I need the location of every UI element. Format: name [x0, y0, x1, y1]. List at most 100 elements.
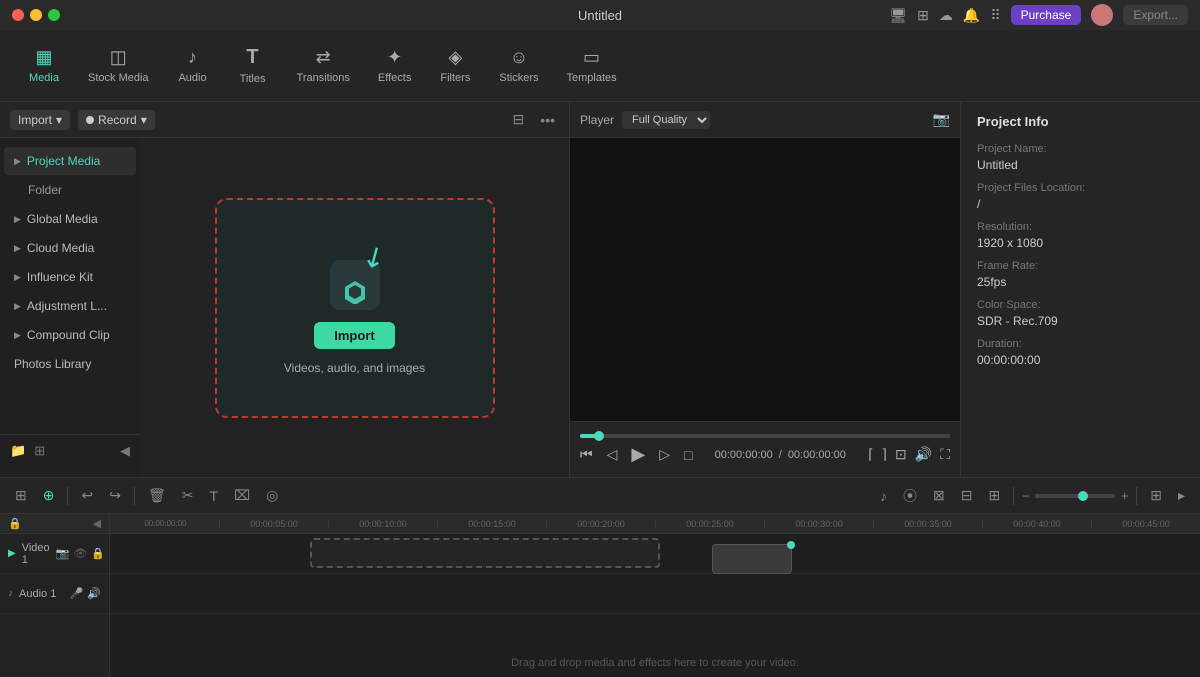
toolbar-item-templates[interactable]: ▭ Templates [554, 41, 628, 90]
ruler-mark-2: 00:00:10:00 [328, 519, 437, 529]
info-project-files: Project Files Location: / [977, 182, 1184, 211]
group-icon[interactable]: ⊞ [983, 485, 1005, 506]
info-label-project-name: Project Name: [977, 143, 1184, 155]
info-value-duration: 00:00:00:00 [977, 353, 1184, 367]
purchase-button[interactable]: Purchase [1011, 5, 1082, 25]
bell-icon: 🔔 [963, 7, 980, 24]
sidebar-item-compound-clip[interactable]: ▶ Compound Clip [4, 321, 136, 349]
add-smart-folder-icon[interactable]: ⊞ [34, 443, 45, 459]
more-icon[interactable]: ••• [536, 110, 559, 130]
toolbar-item-stock-media[interactable]: ◫ Stock Media [76, 41, 161, 90]
zoom-handle[interactable] [1078, 491, 1088, 501]
minimize-button[interactable] [30, 9, 42, 21]
toolbar-item-transitions[interactable]: ⇄ Transitions [285, 41, 362, 90]
record-timeline-icon[interactable]: ⦿ [898, 484, 922, 508]
crop-icon[interactable]: ⊡ [895, 446, 907, 463]
collapse-tracks-icon[interactable]: ◀ [93, 517, 101, 530]
titlebar: Untitled 🖥 ⊞ ☁ 🔔 ⠿ Purchase Export... [0, 0, 1200, 30]
timeline-ruler-tracks: 00:00:00;00 00:00:05:00 00:00:10:00 00:0… [110, 514, 1200, 677]
toolbar-item-audio[interactable]: ♪ Audio [165, 41, 221, 90]
timeline-ruler: 00:00:00;00 00:00:05:00 00:00:10:00 00:0… [110, 514, 1200, 534]
sidebar-item-global-media[interactable]: ▶ Global Media [4, 205, 136, 233]
toolbar-item-filters[interactable]: ◈ Filters [427, 41, 483, 90]
quality-select[interactable]: Full Quality [622, 111, 710, 129]
track-icons-video1: 📷 👁 🔒 [56, 547, 105, 560]
add-folder-icon[interactable]: 📁 [10, 443, 26, 459]
audio-icon-player[interactable]: 🔊 [915, 446, 932, 463]
mute-track-icon[interactable]: 🔊 [87, 587, 101, 600]
camera-track-icon[interactable]: 📷 [56, 547, 70, 560]
arrow-icon-global: ▶ [14, 214, 21, 225]
magnet-icon[interactable]: ⊕ [38, 485, 60, 506]
toolbar-item-media[interactable]: ▦ Media [16, 41, 72, 90]
info-project-name: Project Name: Untitled [977, 143, 1184, 172]
lock-track-icon[interactable]: 🔒 [91, 547, 105, 560]
snapshot-icon[interactable]: 📷 [933, 111, 950, 127]
audio-btn[interactable]: ♪ [875, 486, 892, 506]
mic-track-icon[interactable]: 🎤 [70, 587, 84, 600]
frame-back-icon[interactable]: ◁ [607, 446, 618, 463]
drop-zone-text: Videos, audio, and images [284, 361, 425, 375]
crop-timeline-icon[interactable]: ⌧ [229, 485, 255, 506]
detach-icon[interactable]: ⊠ [928, 485, 950, 506]
cut-icon[interactable]: ✂ [177, 485, 199, 506]
fullscreen-icon[interactable]: ⛶ [940, 446, 950, 463]
add-media-icon[interactable]: ⊞ [10, 485, 32, 506]
ruler-mark-4: 00:00:20:00 [546, 519, 655, 529]
sidebar-item-adjustment[interactable]: ▶ Adjustment L... [4, 292, 136, 320]
effects-timeline-icon[interactable]: ◎ [261, 485, 283, 506]
split-icon[interactable]: ⊟ [956, 485, 978, 506]
filter-icon[interactable]: ⊟ [509, 109, 529, 130]
arrow-icon: ▶ [14, 156, 21, 167]
lock-icon[interactable]: 🔒 [8, 517, 22, 530]
close-button[interactable] [12, 9, 24, 21]
maximize-button[interactable] [48, 9, 60, 21]
import-button[interactable]: Import ▾ [10, 110, 70, 130]
media-toolbar: Import ▾ Record ▾ ⊟ ••• [0, 102, 569, 138]
layout-icon[interactable]: ⊞ [1145, 485, 1167, 506]
collapse-icon[interactable]: ◀ [120, 443, 130, 459]
delete-icon[interactable]: 🗑 [143, 485, 171, 506]
progress-bar[interactable] [580, 434, 950, 438]
toolbar-item-titles[interactable]: T Titles [225, 40, 281, 91]
monitor-icon: 🖥 [889, 7, 907, 24]
skip-back-icon[interactable]: ⏮ [580, 446, 593, 463]
sidebar-item-project-media[interactable]: ▶ Project Media [4, 147, 136, 175]
record-button[interactable]: Record ▾ [78, 110, 155, 130]
sidebar-item-cloud-media[interactable]: ▶ Cloud Media [4, 234, 136, 262]
undo-icon[interactable]: ↩ [76, 485, 98, 506]
text-icon[interactable]: T [204, 486, 223, 506]
separator-2 [134, 487, 135, 505]
info-value-resolution: 1920 x 1080 [977, 236, 1184, 250]
export-button[interactable]: Export... [1123, 5, 1188, 25]
panel-title: Project Info [977, 114, 1184, 129]
plus-icon[interactable]: + [1121, 489, 1128, 503]
grid-icon: ⊞ [917, 7, 929, 24]
video-clip[interactable] [712, 544, 792, 574]
zoom-bar[interactable] [1035, 494, 1115, 498]
loop-icon[interactable]: □ [684, 447, 692, 463]
sidebar-item-influence-kit[interactable]: ▶ Influence Kit [4, 263, 136, 291]
more-timeline-icon[interactable]: ▸ [1173, 485, 1190, 506]
mark-out-icon[interactable]: ⌉ [882, 446, 887, 463]
mark-in-icon[interactable]: ⌈ [868, 446, 873, 463]
toolbar-item-stickers[interactable]: ☺ Stickers [487, 41, 550, 90]
eye-track-icon[interactable]: 👁 [73, 547, 87, 560]
sidebar-item-photos-library[interactable]: Photos Library [4, 350, 136, 378]
player-label: Player [580, 113, 614, 127]
track-icons-audio1: 🎤 🔊 [70, 587, 101, 600]
drop-icon-container: ↙ [320, 240, 390, 310]
arrow-icon-influence: ▶ [14, 272, 21, 283]
sidebar-item-folder[interactable]: Folder [4, 176, 136, 204]
ruler-mark-8: 00:00:40:00 [982, 519, 1091, 529]
drop-import-button[interactable]: Import [314, 322, 394, 349]
separator-1 [67, 487, 68, 505]
player-screen [570, 138, 960, 421]
timeline-drop-hint: Drag and drop media and effects here to … [511, 657, 799, 669]
play-icon[interactable]: ▶ [631, 444, 645, 465]
minus-icon[interactable]: − [1022, 489, 1029, 503]
progress-handle[interactable] [594, 431, 604, 441]
redo-icon[interactable]: ↪ [104, 485, 126, 506]
toolbar-item-effects[interactable]: ✦ Effects [366, 41, 423, 90]
frame-forward-icon[interactable]: ▷ [659, 446, 670, 463]
